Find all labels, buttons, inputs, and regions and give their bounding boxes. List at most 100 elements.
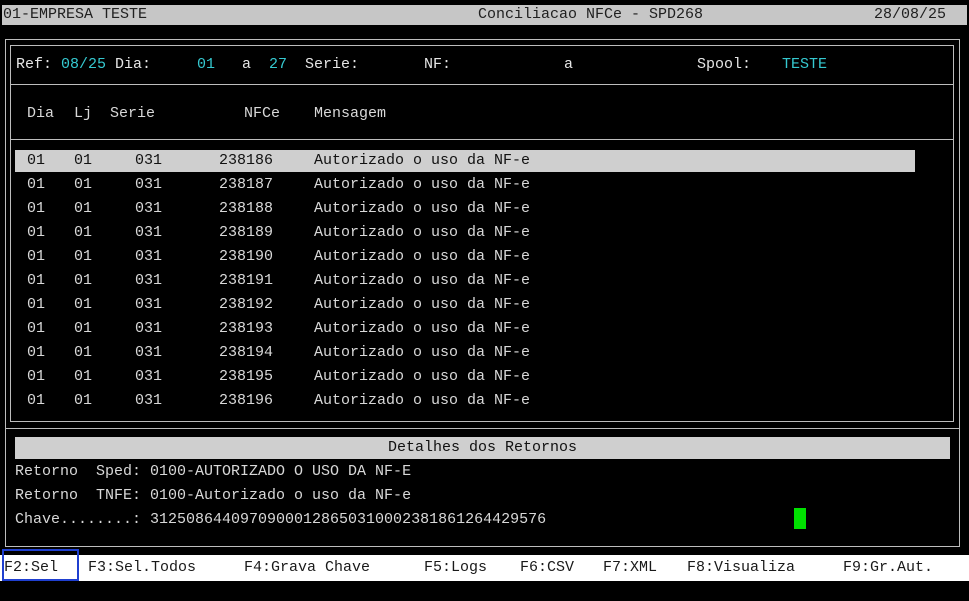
cell-mensagem: Autorizado o uso da NF-e — [314, 200, 531, 217]
cell-dia: 01 — [27, 176, 46, 193]
cell-dia: 01 — [27, 248, 46, 265]
cell-serie: 031 — [135, 320, 163, 337]
cell-dia: 01 — [27, 392, 46, 409]
cell-dia: 01 — [27, 296, 46, 313]
cell-serie: 031 — [135, 344, 163, 361]
cell-dia: 01 — [27, 368, 46, 385]
col-serie: Serie — [110, 105, 156, 122]
table-row[interactable]: 01 01 031 238192 Autorizado o uso da NF-e — [0, 293, 969, 317]
cell-lj: 01 — [74, 392, 93, 409]
cell-mensagem: Autorizado o uso da NF-e — [314, 344, 531, 361]
f9-gr-aut-button[interactable]: F9:Gr.Aut. — [843, 559, 933, 577]
cell-serie: 031 — [135, 200, 163, 217]
details-divider — [6, 428, 959, 429]
screen-title: Conciliacao NFCe - SPD268 — [478, 6, 704, 23]
cell-mensagem: Autorizado o uso da NF-e — [314, 152, 531, 169]
tnfe-return-line: Retorno TNFE: 0100-Autorizado o uso da N… — [15, 487, 412, 504]
cell-mensagem: Autorizado o uso da NF-e — [314, 368, 531, 385]
table-row[interactable]: 01 01 031 238190 Autorizado o uso da NF-e — [0, 245, 969, 269]
cell-nfce: 238195 — [219, 368, 274, 385]
dia-to-input[interactable]: 27 — [269, 56, 287, 74]
cell-dia: 01 — [27, 320, 46, 337]
focus-ring — [2, 549, 79, 581]
table-row[interactable]: 01 01 031 238187 Autorizado o uso da NF-e — [0, 173, 969, 197]
nf-separator: a — [564, 56, 574, 73]
cell-serie: 031 — [135, 176, 163, 193]
cell-serie: 031 — [135, 368, 163, 385]
cell-lj: 01 — [74, 344, 93, 361]
col-nfce: NFCe — [244, 105, 281, 122]
cell-dia: 01 — [27, 152, 46, 169]
cell-mensagem: Autorizado o uso da NF-e — [314, 224, 531, 241]
cell-nfce: 238187 — [219, 176, 274, 193]
cell-lj: 01 — [74, 368, 93, 385]
text-cursor — [794, 508, 806, 529]
dia-label: Dia: — [115, 56, 152, 73]
cell-lj: 01 — [74, 248, 93, 265]
cell-lj: 01 — [74, 200, 93, 217]
cell-serie: 031 — [135, 272, 163, 289]
function-key-bar: F2:Sel F3:Sel.Todos F4:Grava Chave F5:Lo… — [0, 555, 969, 581]
f7-xml-button[interactable]: F7:XML — [603, 559, 657, 577]
f6-csv-button[interactable]: F6:CSV — [520, 559, 574, 577]
cell-lj: 01 — [74, 320, 93, 337]
cell-serie: 031 — [135, 392, 163, 409]
ref-input[interactable]: 08/25 — [61, 56, 106, 74]
table-row[interactable]: 01 01 031 238188 Autorizado o uso da NF-e — [0, 197, 969, 221]
ref-label: Ref: — [16, 56, 53, 73]
filter-divider — [11, 84, 953, 85]
col-dia: Dia — [27, 105, 55, 122]
details-title: Detalhes dos Retornos — [15, 437, 950, 459]
chave-line: Chave........: 3125086440970900012865031… — [15, 511, 547, 528]
cell-mensagem: Autorizado o uso da NF-e — [314, 392, 531, 409]
cell-lj: 01 — [74, 272, 93, 289]
cell-serie: 031 — [135, 152, 163, 169]
serie-label: Serie: — [305, 56, 360, 73]
cell-nfce: 238191 — [219, 272, 274, 289]
f4-grava-chave-button[interactable]: F4:Grava Chave — [244, 559, 370, 577]
dia-separator: a — [242, 56, 252, 73]
cell-serie: 031 — [135, 296, 163, 313]
spool-input[interactable]: TESTE — [782, 56, 827, 74]
sped-return-line: Retorno Sped: 0100-AUTORIZADO O USO DA N… — [15, 463, 412, 480]
cell-serie: 031 — [135, 248, 163, 265]
cell-lj: 01 — [74, 296, 93, 313]
table-row[interactable]: 01 01 031 238194 Autorizado o uso da NF-e — [0, 341, 969, 365]
col-lj: Lj — [74, 105, 93, 122]
table-row[interactable]: 01 01 031 238195 Autorizado o uso da NF-e — [0, 365, 969, 389]
cell-dia: 01 — [27, 224, 46, 241]
current-date: 28/08/25 — [874, 6, 947, 23]
cell-nfce: 238189 — [219, 224, 274, 241]
f8-visualiza-button[interactable]: F8:Visualiza — [687, 559, 795, 577]
table-row[interactable]: 01 01 031 238196 Autorizado o uso da NF-e — [0, 389, 969, 413]
dia-from-input[interactable]: 01 — [197, 56, 215, 74]
cell-mensagem: Autorizado o uso da NF-e — [314, 272, 531, 289]
cell-dia: 01 — [27, 344, 46, 361]
f3-sel-todos-button[interactable]: F3:Sel.Todos — [88, 559, 196, 577]
col-mensagem: Mensagem — [314, 105, 387, 122]
cell-dia: 01 — [27, 272, 46, 289]
cell-lj: 01 — [74, 224, 93, 241]
f5-logs-button[interactable]: F5:Logs — [424, 559, 487, 577]
cell-mensagem: Autorizado o uso da NF-e — [314, 296, 531, 313]
cell-dia: 01 — [27, 200, 46, 217]
table-row[interactable]: 01 01 031 238191 Autorizado o uso da NF-e — [0, 269, 969, 293]
spool-label: Spool: — [697, 56, 752, 73]
table-row[interactable]: 01 01 031 238189 Autorizado o uso da NF-e — [0, 221, 969, 245]
title-bar: 01-EMPRESA TESTE Conciliacao NFCe - SPD2… — [2, 5, 967, 25]
header-divider — [11, 139, 953, 140]
table-row[interactable]: 01 01 031 238186 Autorizado o uso da NF-e — [0, 149, 969, 173]
company-name: 01-EMPRESA TESTE — [3, 6, 148, 23]
cell-mensagem: Autorizado o uso da NF-e — [314, 176, 531, 193]
cell-nfce: 238186 — [219, 152, 274, 169]
cell-lj: 01 — [74, 176, 93, 193]
cell-nfce: 238192 — [219, 296, 274, 313]
cell-nfce: 238188 — [219, 200, 274, 217]
cell-lj: 01 — [74, 152, 93, 169]
nf-label: NF: — [424, 56, 452, 73]
cell-nfce: 238193 — [219, 320, 274, 337]
cell-nfce: 238190 — [219, 248, 274, 265]
table-row[interactable]: 01 01 031 238193 Autorizado o uso da NF-e — [0, 317, 969, 341]
cell-mensagem: Autorizado o uso da NF-e — [314, 248, 531, 265]
cell-nfce: 238196 — [219, 392, 274, 409]
